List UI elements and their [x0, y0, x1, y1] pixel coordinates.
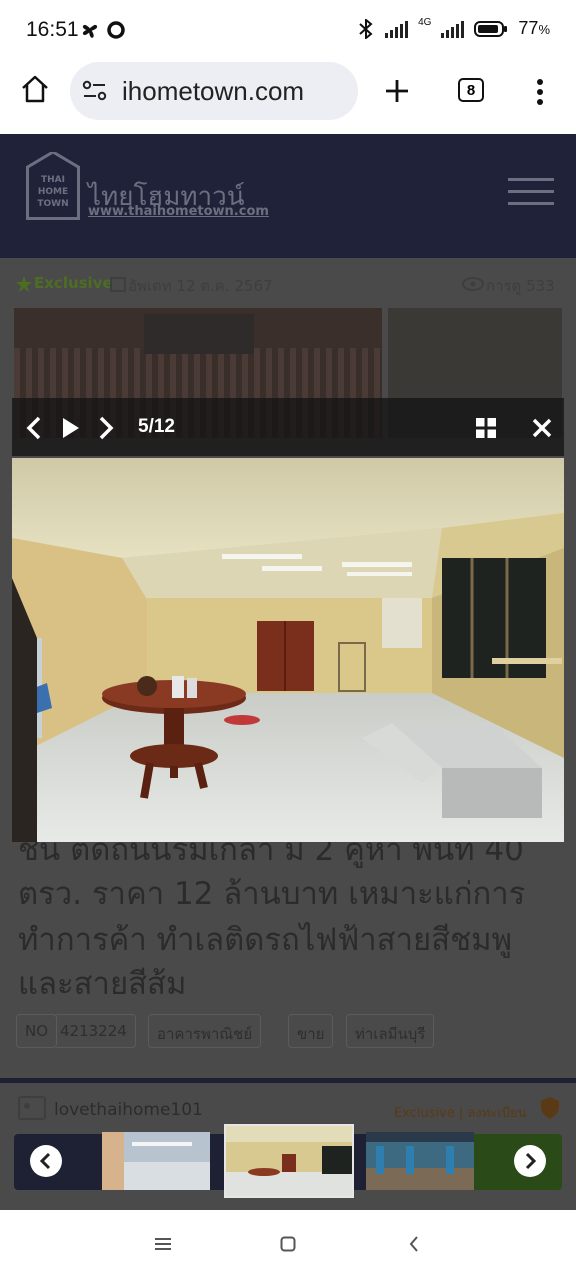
section-divider: [0, 1078, 576, 1083]
address-bar[interactable]: ihometown.com: [70, 62, 358, 120]
lightbox-toolbar: 5/12: [12, 398, 564, 456]
more-menu-icon[interactable]: [534, 78, 546, 106]
tag-location[interactable]: ท่าเลมีนบุรี: [346, 1014, 435, 1048]
site-settings-icon[interactable]: [82, 80, 108, 102]
chevron-left-icon: [39, 1152, 51, 1170]
eye-icon: [462, 277, 484, 291]
exclusive-label: Exclusive: [34, 274, 113, 292]
grid-view-icon[interactable]: [476, 418, 496, 438]
browser-toolbar: ihometown.com 8: [0, 60, 576, 134]
back-icon[interactable]: [408, 1235, 420, 1253]
listing-title-line-2: ตรว. ราคา 12 ล้านบาท เหมาะแก่การ: [18, 876, 526, 912]
ring-icon: [107, 21, 125, 39]
recents-menu-icon[interactable]: [154, 1237, 172, 1251]
calendar-icon: [110, 277, 126, 292]
tag-category[interactable]: อาคารพาณิชย์: [148, 1014, 262, 1048]
thumbnail-5-active[interactable]: [224, 1124, 354, 1198]
chevron-left-icon[interactable]: [26, 416, 42, 440]
star-icon: [16, 276, 32, 292]
tag-listing-number[interactable]: 4213224: [54, 1014, 136, 1048]
close-icon[interactable]: [532, 418, 552, 438]
status-time: 16:51: [26, 18, 79, 41]
signal-icon-2: [441, 20, 465, 38]
shield-icon: [541, 1097, 559, 1119]
thumbnail-strip: [12, 1122, 564, 1200]
fan-icon: [83, 24, 97, 38]
site-header: THAI HOME TOWN ไทยโฮมทาวน์ www.thaihomet…: [0, 134, 576, 258]
thumbs-prev-button[interactable]: [30, 1145, 62, 1177]
thumbnail-4[interactable]: [100, 1130, 212, 1192]
poster-badge: Exclusive | ลงทะเบียน: [394, 1106, 527, 1121]
poster-name[interactable]: lovethaihome101: [54, 1100, 203, 1120]
home-icon[interactable]: [20, 74, 50, 104]
roof-icon: [26, 152, 80, 168]
tab-switcher-button[interactable]: 8: [458, 78, 484, 102]
chevron-right-icon[interactable]: [98, 416, 114, 440]
listing-title-line-4: และสายสีส้ม: [18, 966, 187, 1002]
id-card-icon: [18, 1096, 46, 1120]
url-text[interactable]: ihometown.com: [122, 76, 304, 107]
play-icon[interactable]: [62, 417, 80, 439]
home-square-icon[interactable]: [280, 1236, 296, 1252]
battery-icon: [474, 20, 508, 37]
thumbs-next-button[interactable]: [514, 1145, 546, 1177]
status-bar: 16:51 4G 77%: [0, 0, 576, 60]
chevron-right-icon: [525, 1152, 537, 1170]
signal-icon: [385, 20, 409, 38]
hamburger-menu-icon[interactable]: [508, 178, 554, 214]
network-label: 4G: [418, 16, 432, 28]
status-right: 4G 77%: [357, 16, 550, 39]
room-photo: [12, 458, 564, 842]
image-counter: 5/12: [138, 416, 175, 437]
site-logo-mark[interactable]: THAI HOME TOWN: [26, 152, 80, 220]
lightbox-photo[interactable]: [12, 458, 564, 842]
updated-date: อัพเดท 12 ต.ค. 2567: [128, 277, 273, 295]
tag-no-label[interactable]: NO: [16, 1014, 58, 1048]
thumbnail-6[interactable]: [364, 1130, 476, 1192]
tag-sale[interactable]: ขาย: [288, 1014, 334, 1048]
view-count: การดู 533: [486, 277, 555, 295]
system-nav-bar: [0, 1210, 576, 1280]
bluetooth-icon: [359, 18, 373, 39]
site-logo-url[interactable]: www.thaihometown.com: [88, 204, 269, 219]
battery-level: 77%: [518, 18, 550, 38]
new-tab-icon[interactable]: [384, 78, 410, 104]
listing-title-line-3: ทำการค้า ทำเลติดรถไฟฟ้าสายสีชมพู: [18, 922, 513, 958]
